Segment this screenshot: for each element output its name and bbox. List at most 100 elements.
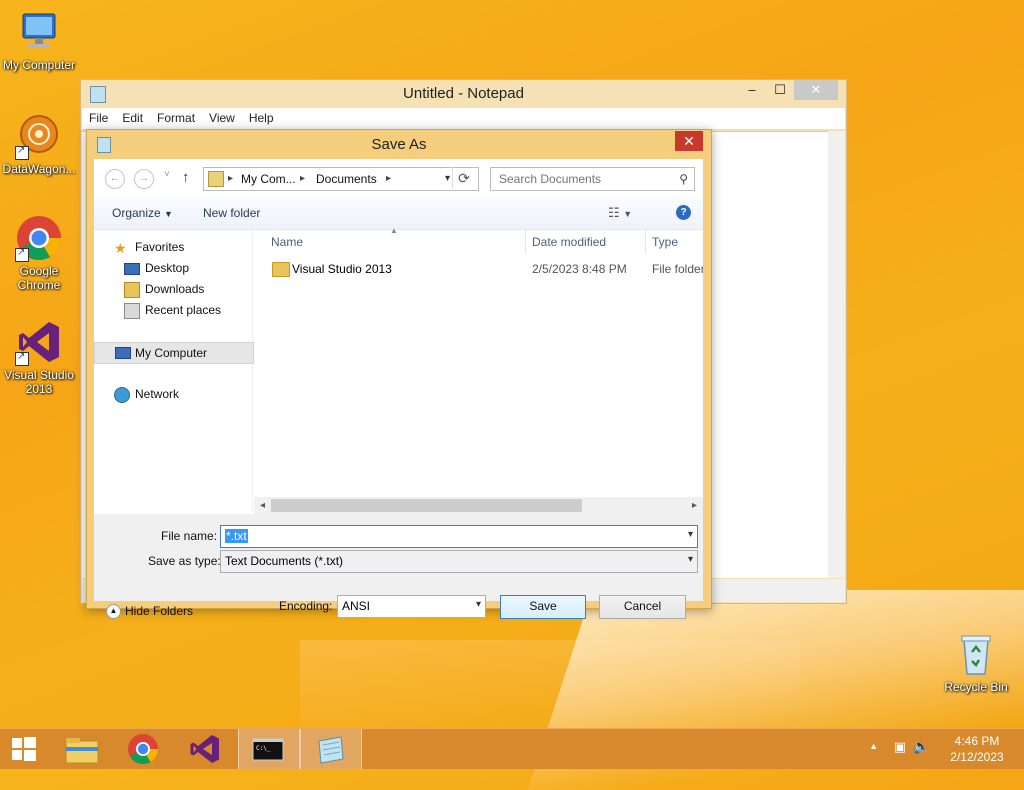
menu-edit[interactable]: Edit bbox=[115, 108, 150, 129]
desktop-icon-label: Google Chrome bbox=[17, 264, 61, 292]
dialog-icon bbox=[97, 137, 111, 153]
nav-desktop[interactable]: Desktop bbox=[94, 258, 252, 278]
file-name-label: File name: bbox=[161, 529, 218, 543]
taskbar-command-prompt[interactable]: C:\_ bbox=[238, 729, 300, 769]
nav-network[interactable]: Network bbox=[94, 384, 252, 404]
navigation-pane: ★ Favorites Desktop Downloads Recent pla… bbox=[94, 230, 254, 512]
address-dropdown-icon[interactable]: ▾ bbox=[445, 168, 450, 190]
save-as-type-select[interactable]: Text Documents (*.txt) ▾ bbox=[220, 550, 698, 573]
search-box[interactable]: ⚲ bbox=[490, 167, 695, 191]
breadcrumb-separator-icon[interactable]: ▸ bbox=[386, 168, 391, 190]
nav-favorites[interactable]: ★ Favorites bbox=[94, 237, 252, 257]
chrome-icon bbox=[15, 214, 63, 262]
notepad-title: Untitled - Notepad bbox=[403, 85, 524, 102]
network-icon bbox=[114, 387, 130, 403]
star-icon: ★ bbox=[114, 240, 127, 256]
save-options-panel: File name: *.txt ▾ Save as type: Text Do… bbox=[94, 514, 703, 620]
cancel-button[interactable]: Cancel bbox=[599, 595, 686, 619]
recent-locations-dropdown[interactable]: ˅ bbox=[164, 169, 170, 180]
nav-downloads[interactable]: Downloads bbox=[94, 279, 252, 299]
menu-help[interactable]: Help bbox=[242, 108, 281, 129]
desktop-icon-label: Visual Studio 2013 bbox=[4, 368, 74, 396]
column-divider[interactable] bbox=[645, 230, 646, 254]
notepad-vertical-scrollbar[interactable] bbox=[828, 131, 845, 578]
view-options-icon[interactable]: ☷ ▼ bbox=[608, 197, 632, 230]
address-bar[interactable]: ▸ My Com... ▸ Documents ▸ ▾ bbox=[203, 167, 479, 191]
file-name-value: *.txt bbox=[225, 529, 248, 543]
menu-file[interactable]: File bbox=[82, 108, 115, 129]
taskbar-visual-studio[interactable] bbox=[174, 729, 234, 769]
column-header-type[interactable]: Type bbox=[652, 230, 678, 254]
nav-my-computer[interactable]: My Computer bbox=[94, 342, 254, 364]
back-button[interactable]: ← bbox=[105, 169, 125, 189]
shortcut-arrow-icon bbox=[15, 246, 29, 262]
file-name-field[interactable]: *.txt ▾ bbox=[220, 525, 698, 548]
navigation-bar: ← → ˅ ↑ ▸ My Com... ▸ Documents ▸ ▾ ⟳ ⚲ bbox=[94, 159, 703, 197]
desktop-icon-chrome[interactable]: Google Chrome bbox=[0, 214, 78, 292]
recycle-bin-icon bbox=[952, 630, 1000, 678]
desktop-icon-visual-studio[interactable]: Visual Studio 2013 bbox=[0, 318, 78, 396]
save-button[interactable]: Save bbox=[500, 595, 586, 619]
chevron-down-icon: ▼ bbox=[164, 209, 173, 219]
clock-time: 4:46 PM bbox=[954, 734, 1000, 748]
start-button[interactable] bbox=[0, 729, 60, 769]
menu-format[interactable]: Format bbox=[150, 108, 202, 129]
file-list: Name ▲ Date modified Type Visual Studio … bbox=[254, 226, 703, 500]
breadcrumb-documents[interactable]: Documents bbox=[316, 168, 377, 190]
command-toolbar: Organize ▼ New folder ☷ ▼ ? bbox=[94, 197, 703, 230]
chevron-down-icon[interactable]: ▾ bbox=[476, 599, 481, 610]
search-icon[interactable]: ⚲ bbox=[679, 172, 688, 186]
nav-favorites-label: Favorites bbox=[135, 240, 185, 254]
network-status-icon[interactable]: ▣ bbox=[894, 739, 906, 755]
taskbar-chrome[interactable] bbox=[113, 729, 173, 769]
new-folder-button[interactable]: New folder bbox=[203, 197, 260, 229]
chevron-down-icon[interactable]: ▾ bbox=[688, 529, 693, 540]
taskbar-notepad[interactable] bbox=[300, 729, 362, 769]
column-header-date-modified[interactable]: Date modified bbox=[532, 230, 606, 254]
organize-button[interactable]: Organize ▼ bbox=[112, 197, 173, 230]
refresh-icon[interactable]: ⟳ bbox=[452, 167, 475, 189]
desktop-icon-recycle-bin[interactable]: Recycle Bin bbox=[938, 630, 1014, 694]
breadcrumb-separator-icon[interactable]: ▸ bbox=[228, 168, 233, 190]
show-hidden-icons-chevron-up-icon[interactable]: ▲ bbox=[869, 741, 878, 751]
save-as-type-value: Text Documents (*.txt) bbox=[225, 554, 344, 568]
save-as-type-label: Save as type: bbox=[148, 554, 221, 568]
scroll-right-icon[interactable]: ▸ bbox=[686, 497, 703, 514]
breadcrumb-separator-icon[interactable]: ▸ bbox=[300, 168, 305, 190]
volume-icon[interactable]: 🔈 bbox=[913, 738, 930, 755]
desktop-icon-my-computer[interactable]: My Computer bbox=[0, 8, 78, 72]
horizontal-scrollbar[interactable]: ◂ ▸ bbox=[254, 497, 703, 514]
search-input[interactable] bbox=[497, 171, 671, 187]
shortcut-arrow-icon bbox=[15, 144, 29, 160]
encoding-select[interactable]: ANSI ▾ bbox=[337, 595, 486, 618]
notepad-icon bbox=[90, 86, 106, 103]
help-icon[interactable]: ? bbox=[676, 205, 691, 220]
chevron-down-icon[interactable]: ▾ bbox=[688, 554, 693, 565]
breadcrumb-my-computer[interactable]: My Com... bbox=[241, 168, 296, 190]
hide-folders-button[interactable]: ▲ Hide Folders bbox=[106, 604, 193, 620]
maximize-button[interactable]: ☐ bbox=[766, 80, 794, 100]
close-button[interactable]: ✕ bbox=[794, 80, 838, 100]
taskbar-file-explorer[interactable] bbox=[52, 729, 112, 769]
column-divider[interactable] bbox=[525, 230, 526, 254]
scroll-left-icon[interactable]: ◂ bbox=[254, 497, 271, 514]
menu-view[interactable]: View bbox=[202, 108, 242, 129]
clock[interactable]: 4:46 PM 2/12/2023 bbox=[942, 733, 1012, 765]
nav-desktop-label: Desktop bbox=[145, 261, 190, 275]
scrollbar-thumb[interactable] bbox=[271, 499, 582, 512]
save-as-dialog: Save As ✕ ← → ˅ ↑ ▸ My Com... ▸ Document… bbox=[86, 129, 712, 620]
up-button[interactable]: ↑ bbox=[182, 169, 190, 186]
minimize-button[interactable]: – bbox=[738, 80, 766, 100]
desktop-icon-datawagon[interactable]: DataWagon... bbox=[0, 112, 78, 176]
desktop-icon bbox=[124, 263, 140, 275]
nav-network-label: Network bbox=[135, 387, 180, 401]
computer-icon bbox=[15, 8, 63, 56]
dialog-title: Save As bbox=[371, 136, 427, 153]
clock-date: 2/12/2023 bbox=[950, 750, 1004, 764]
recycle-bin-label: Recycle Bin bbox=[944, 680, 1008, 694]
file-row[interactable]: Visual Studio 2013 2/5/2023 8:48 PM File… bbox=[254, 258, 703, 280]
nav-recent-places[interactable]: Recent places bbox=[94, 300, 252, 320]
dialog-close-button[interactable]: ✕ bbox=[675, 131, 703, 151]
column-header-name[interactable]: Name bbox=[271, 230, 303, 254]
forward-button[interactable]: → bbox=[134, 169, 154, 189]
